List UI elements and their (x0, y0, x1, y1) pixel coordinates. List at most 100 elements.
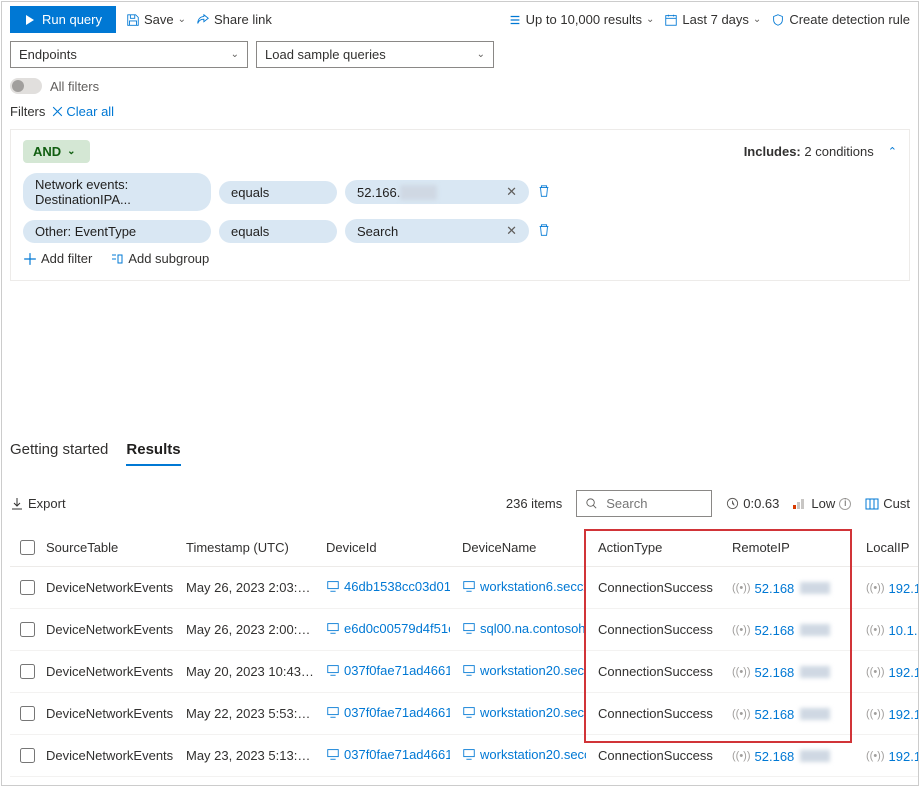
devicename-link[interactable]: sql00.na.contosohote... (462, 621, 586, 636)
redacted-value (800, 582, 830, 594)
table-row[interactable]: DeviceNetworkEventsMay 20, 2023 10:43:45… (10, 651, 918, 693)
localip-link[interactable]: ((•))192.168 (866, 707, 918, 722)
table-row[interactable]: DeviceNetworkEventsMay 26, 2023 2:00:41 … (10, 609, 918, 651)
col-source[interactable]: SourceTable (40, 529, 180, 567)
group-operator-dropdown[interactable]: AND ⌄ (23, 140, 90, 163)
calendar-icon (664, 13, 678, 27)
row-checkbox[interactable] (20, 622, 35, 637)
share-link-button[interactable]: Share link (196, 12, 272, 27)
run-query-button[interactable]: Run query (10, 6, 116, 33)
devicename-link[interactable]: workstation20.seccxp... (462, 705, 586, 720)
condition-field-pill[interactable]: Network events: DestinationIPA... (23, 173, 211, 211)
condition-value-pill[interactable]: 52.166.xxxxx ✕ (345, 180, 529, 204)
search-field[interactable] (604, 495, 694, 512)
play-icon (24, 14, 36, 26)
localip-link[interactable]: ((•))192.168 (866, 749, 918, 764)
clear-value-button[interactable]: ✕ (498, 184, 517, 200)
create-detection-rule-button[interactable]: Create detection rule (771, 12, 910, 27)
cell-timestamp: May 26, 2023 2:03:52 PM (180, 567, 320, 609)
localip-link[interactable]: ((•))192.168 (866, 581, 918, 596)
tab-results[interactable]: Results (126, 441, 180, 466)
add-subgroup-button[interactable]: Add subgroup (110, 251, 209, 266)
delete-condition-button[interactable] (537, 184, 551, 201)
clear-value-button[interactable]: ✕ (498, 223, 517, 239)
customize-label: Cust (883, 496, 910, 511)
timerange-button[interactable]: Last 7 days ⌄ (664, 12, 761, 27)
all-filters-toggle[interactable] (10, 78, 42, 94)
clock-icon (726, 497, 739, 510)
plus-icon (23, 252, 37, 266)
table-row[interactable]: DeviceNetworkEventsMay 23, 2023 5:13:53 … (10, 735, 918, 777)
cell-actiontype: ConnectionSuccess (592, 693, 726, 735)
remoteip-link[interactable]: ((•))52.168 (732, 707, 830, 722)
save-button[interactable]: Save ⌄ (126, 12, 186, 27)
signal-icon: ((•)) (866, 708, 885, 720)
clear-all-label: Clear all (66, 104, 114, 119)
tab-label: Getting started (10, 441, 108, 458)
col-actiontype[interactable]: ActionType (592, 529, 726, 567)
info-icon[interactable]: i (839, 498, 851, 510)
chevron-down-icon: ⌄ (178, 14, 186, 25)
clear-all-button[interactable]: Clear all (51, 104, 114, 119)
table-row[interactable]: DeviceNetworkEventsMay 26, 2023 2:03:52 … (10, 567, 918, 609)
results-search-input[interactable] (576, 490, 712, 517)
condition-value-label: 52.166. (357, 185, 400, 200)
cell-source: DeviceNetworkEvents (40, 693, 180, 735)
redacted-value (800, 666, 830, 678)
device-icon (462, 747, 476, 761)
add-filter-button[interactable]: Add filter (23, 251, 92, 266)
collapse-group-button[interactable]: ⌃ (888, 145, 897, 158)
tab-label: Results (126, 441, 180, 458)
condition-value-pill[interactable]: Search ✕ (345, 219, 529, 243)
customize-columns-button[interactable]: Cust (865, 496, 910, 511)
deviceid-link[interactable]: 037f0fae71ad4661e3... (326, 747, 450, 762)
remoteip-link[interactable]: ((•))52.168 (732, 749, 830, 764)
remoteip-link[interactable]: ((•))52.168 (732, 581, 830, 596)
includes-label: Includes: (744, 144, 801, 159)
export-button[interactable]: Export (10, 496, 66, 511)
col-remoteip[interactable]: RemoteIP (726, 529, 860, 567)
row-checkbox[interactable] (20, 664, 35, 679)
deviceid-link[interactable]: 46db1538cc03d01ed... (326, 579, 450, 594)
deviceid-link[interactable]: e6d0c00579d4f51ee1... (326, 621, 450, 636)
group-operator-label: AND (33, 144, 61, 159)
devicename-link[interactable]: workstation20.seccxp... (462, 663, 586, 678)
save-icon (126, 13, 140, 27)
signal-icon: ((•)) (732, 624, 751, 636)
condition-op-pill[interactable]: equals (219, 181, 337, 204)
localip-link[interactable]: ((•))10.1.5.1 (866, 623, 918, 638)
row-checkbox[interactable] (20, 580, 35, 595)
signal-icon: ((•)) (732, 708, 751, 720)
delete-condition-button[interactable] (537, 223, 551, 240)
scope-dropdown[interactable]: Endpoints ⌄ (10, 41, 248, 68)
col-deviceid[interactable]: DeviceId (320, 529, 456, 567)
condition-field-pill[interactable]: Other: EventType (23, 220, 211, 243)
row-checkbox[interactable] (20, 748, 35, 763)
filters-label: Filters (10, 104, 45, 119)
deviceid-link[interactable]: 037f0fae71ad4661e3... (326, 663, 450, 678)
signal-icon: ((•)) (866, 750, 885, 762)
condition-op-pill[interactable]: equals (219, 220, 337, 243)
devicename-link[interactable]: workstation6.seccxp... (462, 579, 586, 594)
table-row[interactable]: DeviceNetworkEventsMay 22, 2023 5:53:49 … (10, 693, 918, 735)
close-icon (51, 105, 64, 118)
all-filters-label: All filters (50, 79, 99, 94)
cell-timestamp: May 20, 2023 10:43:45 PM (180, 651, 320, 693)
col-localip[interactable]: LocalIP (860, 529, 918, 567)
sample-queries-dropdown[interactable]: Load sample queries ⌄ (256, 41, 494, 68)
remoteip-link[interactable]: ((•))52.168 (732, 623, 830, 638)
localip-link[interactable]: ((•))192.168 (866, 665, 918, 680)
redacted-value (800, 750, 830, 762)
deviceid-link[interactable]: 037f0fae71ad4661e3... (326, 705, 450, 720)
remoteip-link[interactable]: ((•))52.168 (732, 665, 830, 680)
row-checkbox[interactable] (20, 706, 35, 721)
col-timestamp[interactable]: Timestamp (UTC) (180, 529, 320, 567)
add-subgroup-label: Add subgroup (128, 251, 209, 266)
cell-source: DeviceNetworkEvents (40, 735, 180, 777)
select-all-checkbox[interactable] (20, 540, 35, 555)
results-limit-button[interactable]: Up to 10,000 results ⌄ (508, 12, 655, 27)
col-devicename[interactable]: DeviceName (456, 529, 592, 567)
tab-getting-started[interactable]: Getting started (10, 441, 108, 466)
devicename-link[interactable]: workstation20.seccxp... (462, 747, 586, 762)
share-icon (196, 13, 210, 27)
